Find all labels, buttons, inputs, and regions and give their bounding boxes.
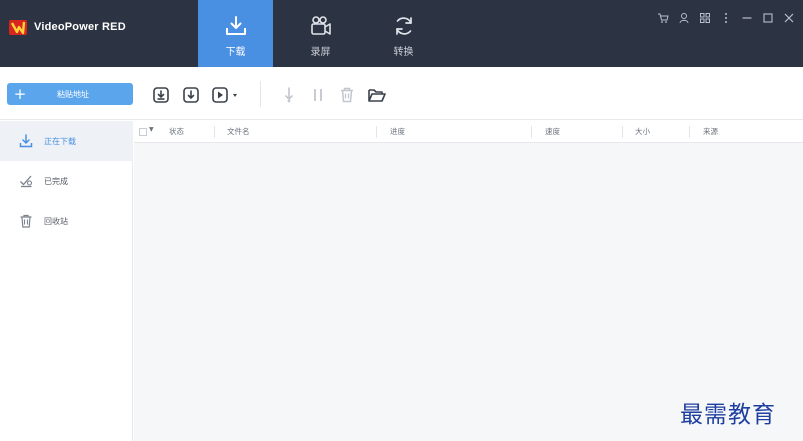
paste-url-label: 粘贴地址 bbox=[57, 89, 89, 99]
column-divider[interactable] bbox=[376, 126, 377, 138]
delete-icon[interactable] bbox=[338, 86, 356, 104]
downloading-icon bbox=[19, 134, 33, 148]
toolbar: + 粘贴地址 bbox=[0, 67, 803, 120]
maximize-icon[interactable] bbox=[762, 11, 774, 25]
table-header: ▼ 状态 文件名 进度 速度 大小 来源 bbox=[134, 121, 803, 143]
tab-convert[interactable]: 转换 bbox=[366, 0, 441, 67]
column-header-source[interactable]: 来源 bbox=[703, 121, 718, 143]
sidebar-item-label: 已完成 bbox=[44, 176, 68, 186]
column-divider[interactable] bbox=[622, 126, 623, 138]
more-icon[interactable] bbox=[720, 11, 732, 25]
tab-convert-label: 转换 bbox=[393, 47, 414, 58]
cart-icon[interactable] bbox=[657, 11, 669, 25]
column-divider[interactable] bbox=[689, 126, 690, 138]
tab-download-label: 下载 bbox=[225, 47, 246, 58]
download-list: ▼ 状态 文件名 进度 速度 大小 来源 bbox=[134, 121, 803, 441]
video-camera-icon bbox=[310, 16, 331, 35]
tab-download[interactable]: 下载 bbox=[198, 0, 273, 67]
open-folder-icon[interactable] bbox=[367, 86, 387, 104]
play-dropdown-icon[interactable] bbox=[211, 86, 241, 104]
tab-record[interactable]: 录屏 bbox=[283, 0, 358, 67]
paste-url-button[interactable]: + 粘贴地址 bbox=[7, 83, 133, 105]
drop-icon[interactable] bbox=[280, 86, 298, 104]
sidebar-item-trash[interactable]: 回收站 bbox=[0, 201, 133, 241]
download-icon[interactable] bbox=[182, 86, 200, 104]
pause-icon[interactable] bbox=[309, 86, 327, 104]
column-divider[interactable] bbox=[214, 126, 215, 138]
sidebar: 正在下载 已完成 回收站 bbox=[0, 121, 133, 441]
close-icon[interactable] bbox=[783, 11, 795, 25]
tab-record-label: 录屏 bbox=[310, 47, 331, 58]
completed-icon bbox=[20, 175, 33, 188]
app-logo-icon bbox=[9, 20, 27, 35]
sidebar-item-downloading[interactable]: 正在下载 bbox=[0, 121, 133, 161]
download-tray-icon bbox=[225, 16, 246, 35]
column-header-speed[interactable]: 速度 bbox=[545, 121, 560, 143]
chevron-down-icon[interactable]: ▼ bbox=[149, 126, 154, 133]
column-divider[interactable] bbox=[531, 126, 532, 138]
toolbar-separator bbox=[260, 81, 261, 107]
user-icon[interactable] bbox=[678, 11, 690, 25]
app-window: VideoPower RED 下载 录屏 转换 + 粘贴地址 正在下载 已完成 … bbox=[0, 0, 803, 441]
trash-icon bbox=[20, 214, 32, 228]
minimize-icon[interactable] bbox=[741, 11, 753, 25]
column-header-size[interactable]: 大小 bbox=[635, 121, 650, 143]
column-header-progress[interactable]: 进度 bbox=[390, 121, 405, 143]
app-title: VideoPower RED bbox=[34, 21, 126, 33]
download-add-icon[interactable] bbox=[152, 86, 170, 104]
convert-cycle-icon bbox=[395, 17, 412, 35]
watermark: 最需教育 bbox=[680, 402, 776, 428]
column-header-filename[interactable]: 文件名 bbox=[227, 121, 250, 143]
window-controls bbox=[657, 11, 795, 25]
sidebar-item-completed[interactable]: 已完成 bbox=[0, 161, 133, 201]
sidebar-item-label: 回收站 bbox=[44, 216, 68, 226]
plus-icon: + bbox=[13, 85, 27, 103]
brand: VideoPower RED bbox=[8, 17, 126, 37]
grid-icon[interactable] bbox=[699, 11, 711, 25]
column-header-status[interactable]: 状态 bbox=[169, 121, 184, 143]
sidebar-item-label: 正在下载 bbox=[44, 136, 76, 146]
title-bar: VideoPower RED 下载 录屏 转换 bbox=[0, 0, 803, 67]
select-all-checkbox[interactable] bbox=[139, 128, 147, 136]
